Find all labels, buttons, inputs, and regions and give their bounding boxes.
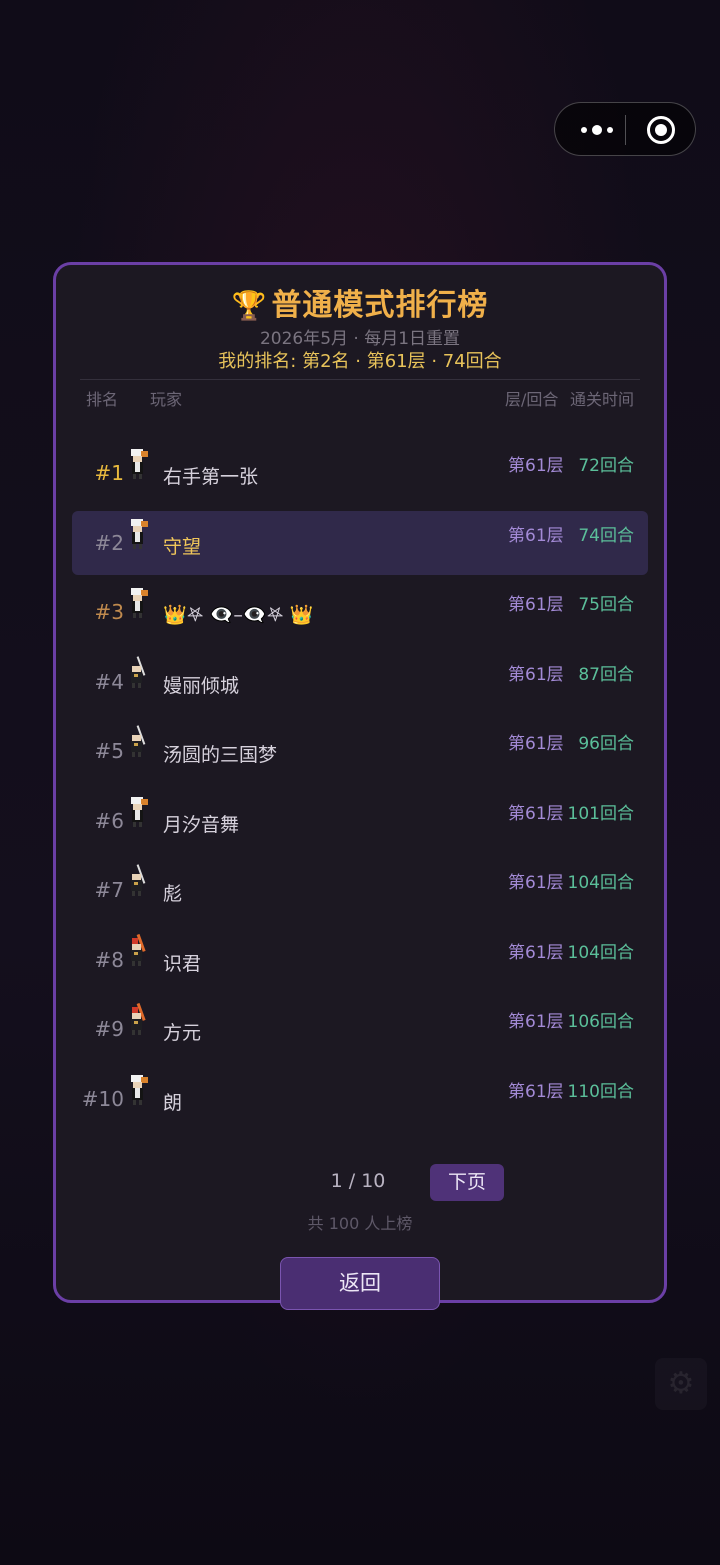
rank-number: #6 (94, 809, 124, 833)
header-clear-time: 通关时间 (570, 390, 635, 409)
leaderboard-row[interactable]: #4 嫚丽倾城 第61层 87回合 (72, 650, 648, 714)
leaderboard-row[interactable]: #6 月汐音舞 第61层 101回合 (72, 789, 648, 853)
more-dot-icon (607, 127, 613, 133)
more-dot-icon (581, 127, 587, 133)
player-name: 彪 (163, 883, 183, 905)
player-name: 方元 (163, 1022, 202, 1044)
next-page-button[interactable]: 下页 (430, 1164, 504, 1201)
floor-value: 第61层 (508, 526, 564, 546)
rounds-value: 110回合 (567, 1082, 634, 1102)
rank-number: #3 (94, 600, 124, 624)
floor-value: 第61层 (508, 1012, 564, 1032)
header-divider (80, 379, 640, 380)
total-count: 共 100 人上榜 (307, 1214, 413, 1233)
swordsman-avatar (126, 725, 150, 759)
player-name: 守望 (163, 536, 202, 558)
fire-swordsman-avatar (126, 933, 150, 968)
page-indicator: 1 / 10 (330, 1170, 386, 1192)
leaderboard-row[interactable]: #2 守望 第61层 74回合 (72, 511, 648, 575)
rounds-value: 74回合 (578, 526, 634, 546)
header-floor-round: 层/回合 (505, 390, 559, 409)
chef-avatar (126, 795, 150, 829)
rank-number: #5 (94, 739, 124, 763)
player-name: 👑𖤐 👁‍🗨–👁‍🗨𖤐 👑 (163, 604, 314, 626)
floor-value: 第61层 (508, 1082, 564, 1102)
fire-swordsman-avatar (126, 1002, 150, 1037)
rounds-value: 75回合 (578, 595, 634, 615)
rank-number: #4 (94, 670, 124, 694)
rank-number: #9 (94, 1017, 124, 1041)
more-dot-icon (592, 125, 602, 135)
leaderboard-subtitle: 2026年5月 · 每月1日重置 (259, 329, 461, 349)
close-miniprogram-icon[interactable] (647, 116, 675, 144)
player-name: 右手第一张 (163, 466, 259, 488)
swordsman-avatar (126, 656, 150, 690)
rank-number: #7 (94, 878, 124, 902)
rank-number: #1 (94, 461, 124, 485)
swordsman-avatar (126, 864, 150, 898)
chef-avatar (126, 447, 150, 481)
header-player: 玩家 (150, 390, 183, 409)
rounds-value: 101回合 (567, 804, 634, 824)
floor-value: 第61层 (508, 456, 564, 476)
rounds-value: 104回合 (567, 873, 634, 893)
leaderboard-row[interactable]: #5 汤圆的三国梦 第61层 96回合 (72, 719, 648, 783)
leaderboard-title: 🏆 普通模式排行榜 (0, 280, 720, 324)
floor-value: 第61层 (508, 943, 564, 963)
miniprogram-capsule (554, 102, 696, 156)
floor-value: 第61层 (508, 873, 564, 893)
leaderboard-row[interactable]: #9 方元 第61层 106回合 (72, 997, 648, 1061)
leaderboard-row[interactable]: #8 识君 第61层 104回合 (72, 928, 648, 992)
rounds-value: 87回合 (578, 665, 634, 685)
trophy-icon: 🏆 (231, 289, 268, 322)
player-name: 嫚丽倾城 (163, 675, 240, 697)
chef-avatar (126, 1073, 150, 1107)
player-name: 月汐音舞 (163, 814, 240, 836)
leaderboard-row[interactable]: #3 👑𖤐 👁‍🗨–👁‍🗨𖤐 👑 第61层 75回合 (72, 580, 648, 644)
rounds-value: 72回合 (578, 456, 634, 476)
floor-value: 第61层 (508, 734, 564, 754)
leaderboard-row[interactable]: #10 朗 第61层 110回合 (72, 1067, 648, 1131)
player-name: 识君 (163, 953, 202, 975)
player-name: 朗 (163, 1092, 183, 1114)
back-button[interactable]: 返回 (280, 1257, 440, 1310)
floor-value: 第61层 (508, 595, 564, 615)
rank-number: #8 (94, 948, 124, 972)
rounds-value: 96回合 (578, 734, 634, 754)
floor-value: 第61层 (508, 665, 564, 685)
leaderboard-row[interactable]: #1 右手第一张 第61层 72回合 (72, 441, 648, 505)
rounds-value: 106回合 (567, 1012, 634, 1032)
my-rank-summary: 我的排名: 第2名 · 第61层 · 74回合 (218, 351, 502, 372)
capsule-divider (625, 115, 626, 145)
player-name: 汤圆的三国梦 (163, 744, 278, 766)
chef-avatar (126, 586, 150, 620)
header-rank: 排名 (86, 390, 119, 409)
more-menu-button[interactable] (569, 103, 625, 157)
rank-number: #2 (94, 531, 124, 555)
floor-value: 第61层 (508, 804, 564, 824)
rounds-value: 104回合 (567, 943, 634, 963)
rank-number: #10 (81, 1087, 124, 1111)
chef-avatar (126, 517, 150, 551)
leaderboard-row[interactable]: #7 彪 第61层 104回合 (72, 858, 648, 922)
gear-icon[interactable]: ⚙ (655, 1358, 707, 1410)
title-text: 普通模式排行榜 (271, 288, 489, 323)
